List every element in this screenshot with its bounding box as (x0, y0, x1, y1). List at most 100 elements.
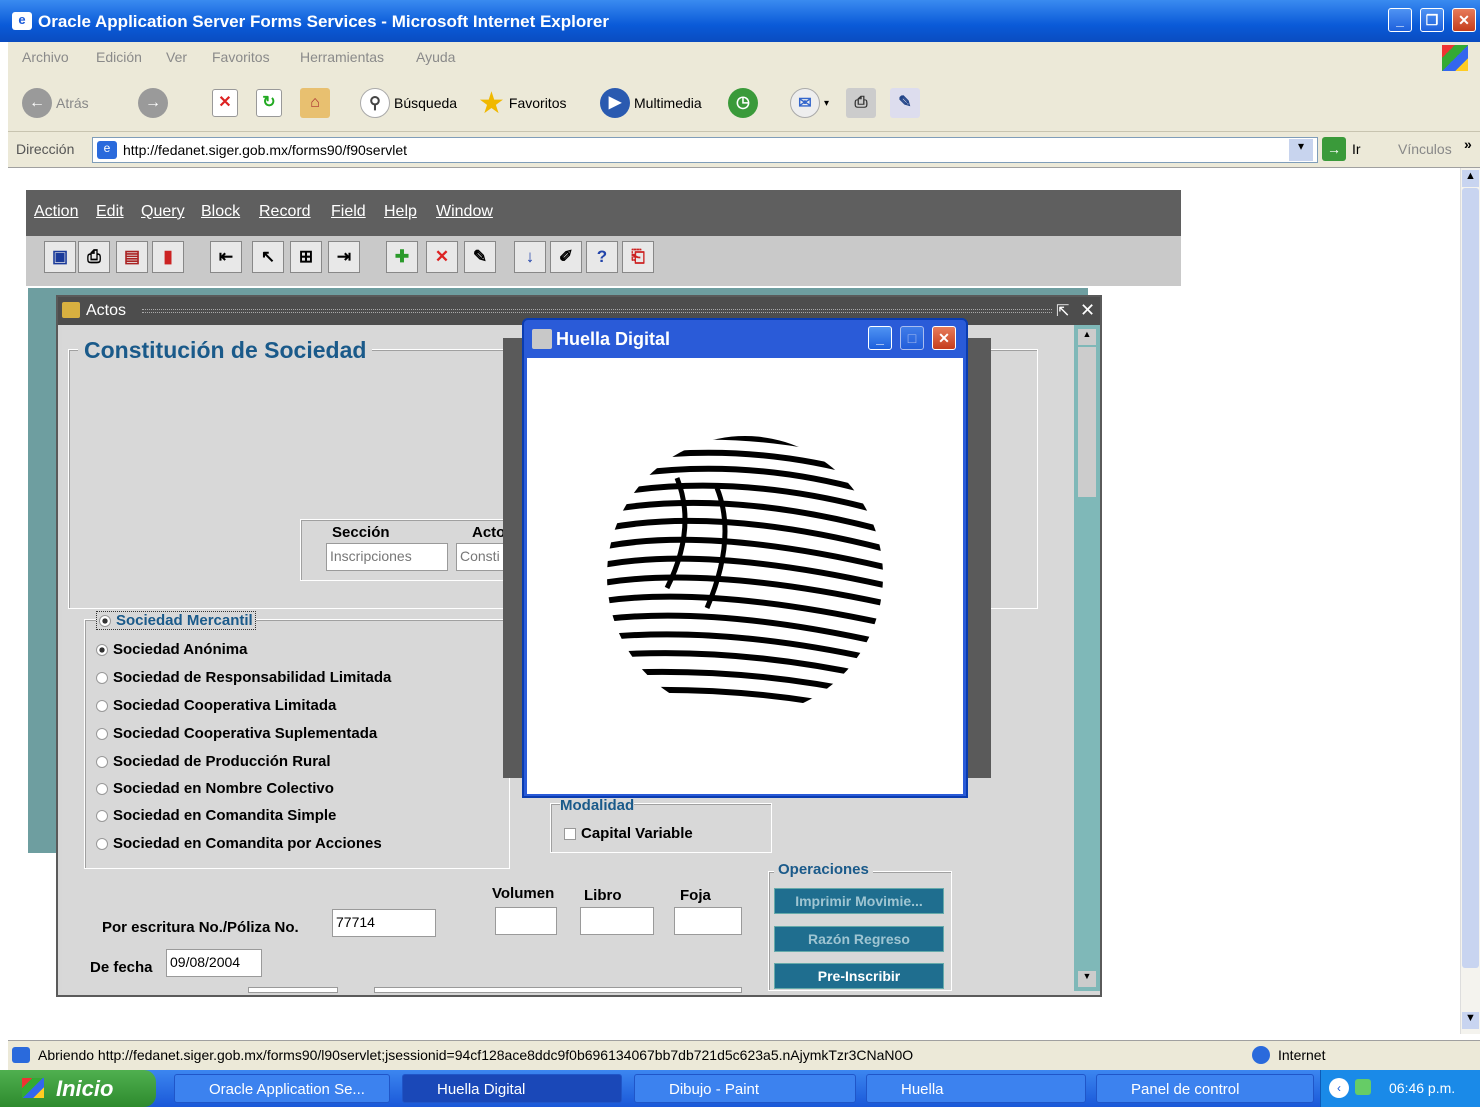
help-icon[interactable]: ? (586, 241, 618, 273)
title-grip (142, 309, 1052, 313)
lock-record-icon[interactable]: ✎ (464, 241, 496, 273)
previous-block-icon[interactable]: ⇤ (210, 241, 242, 273)
network-icon[interactable] (1355, 1079, 1371, 1095)
escritura-field[interactable]: 77714 (332, 909, 436, 937)
radio-coop-limitada[interactable]: Sociedad Cooperativa Limitada (96, 697, 336, 714)
print-icon[interactable]: ⎙ (78, 241, 110, 273)
menu-edicion[interactable]: Edición (96, 49, 142, 65)
next-block-icon[interactable]: ⇥ (328, 241, 360, 273)
previous-record-icon[interactable]: ↖ (252, 241, 284, 273)
mail-button[interactable]: ✉ ▾ (790, 86, 829, 120)
volumen-field[interactable] (495, 907, 557, 935)
star-icon: ★ (478, 86, 505, 120)
task-panel-control[interactable]: Panel de control (1096, 1074, 1314, 1103)
edit-button[interactable]: ✎ (890, 86, 920, 120)
save-icon[interactable]: ▣ (44, 241, 76, 273)
favorites-button[interactable]: ★ Favoritos (478, 86, 566, 120)
maximize-icon[interactable]: ⇱ (1056, 301, 1069, 321)
edit-field-icon[interactable]: ✐ (550, 241, 582, 273)
menu-favoritos[interactable]: Favoritos (212, 49, 270, 65)
forms-menu-field[interactable]: Field (331, 203, 366, 221)
menu-archivo[interactable]: Archivo (22, 49, 69, 65)
task-huella-digital[interactable]: Huella Digital (402, 1074, 622, 1103)
radio-coop-suplementada[interactable]: Sociedad Cooperativa Suplementada (96, 725, 377, 742)
forms-menu-edit[interactable]: Edit (96, 203, 124, 221)
capital-variable-checkbox[interactable]: Capital Variable (564, 825, 693, 842)
links-label[interactable]: Vínculos (1398, 141, 1452, 157)
menu-ayuda[interactable]: Ayuda (416, 49, 455, 65)
forward-button[interactable]: → (138, 86, 168, 120)
close-icon[interactable]: ✕ (1080, 300, 1095, 321)
forms-menu-action[interactable]: Action (34, 203, 78, 221)
history-button[interactable]: ◷ (728, 86, 758, 120)
forms-menu-record[interactable]: Record (259, 203, 311, 221)
insert-record-icon[interactable]: ✚ (386, 241, 418, 273)
forms-menu-window[interactable]: Window (436, 203, 493, 221)
extra-field-a[interactable] (248, 987, 338, 993)
media-button[interactable]: ▶ Multimedia (600, 86, 702, 120)
task-paint[interactable]: Dibujo - Paint (634, 1074, 856, 1103)
address-input[interactable]: e http://fedanet.siger.gob.mx/forms90/f9… (92, 137, 1318, 163)
minimize-button[interactable]: _ (1388, 8, 1412, 32)
scroll-down-icon[interactable]: ▼ (1462, 1012, 1479, 1029)
start-button[interactable]: Inicio (0, 1070, 156, 1107)
scroll-up-icon[interactable]: ▲ (1462, 170, 1479, 187)
actos-scrollbar[interactable]: ▲ ▼ (1074, 325, 1100, 991)
huella-maximize-button[interactable]: □ (900, 326, 924, 350)
show-keys-icon[interactable]: ⎗ (622, 241, 654, 273)
seccion-field[interactable]: Inscripciones (326, 543, 448, 571)
forms-menu-block[interactable]: Block (201, 203, 240, 221)
clear-icon[interactable]: ▤ (116, 241, 148, 273)
back-button[interactable]: ← Atrás (22, 86, 89, 120)
huella-minimize-button[interactable]: _ (868, 326, 892, 350)
foja-field[interactable] (674, 907, 742, 935)
huella-close-button[interactable]: ✕ (932, 326, 956, 350)
razon-regreso-button[interactable]: Razón Regreso (774, 926, 944, 952)
scroll-up-icon[interactable]: ▲ (1078, 329, 1096, 345)
refresh-button[interactable]: ↻ (256, 86, 282, 120)
home-button[interactable]: ⌂ (300, 86, 330, 120)
forms-menu-help[interactable]: Help (384, 203, 417, 221)
search-button[interactable]: ⚲ Búsqueda (360, 86, 457, 120)
close-button[interactable]: ✕ (1452, 8, 1476, 32)
radio-nombre-colectivo[interactable]: Sociedad en Nombre Colectivo (96, 780, 334, 797)
scroll-down-icon[interactable]: ▼ (1078, 971, 1096, 987)
radio-resp-limitada[interactable]: Sociedad de Responsabilidad Limitada (96, 669, 391, 686)
ie-icon: e (12, 12, 32, 30)
imprimir-movimiento-button[interactable]: Imprimir Movimie... (774, 888, 944, 914)
sociedad-mercantil-radio[interactable]: Sociedad Mercantil (96, 611, 256, 630)
chevron-right-icon[interactable]: » (1464, 136, 1472, 152)
fecha-field[interactable]: 09/08/2004 (166, 949, 262, 977)
delete-record-icon[interactable]: ✕ (426, 241, 458, 273)
radio-comandita-acciones[interactable]: Sociedad en Comandita por Acciones (96, 835, 382, 852)
task-oracle[interactable]: Oracle Application Se... (174, 1074, 390, 1103)
radio-comandita-simple[interactable]: Sociedad en Comandita Simple (96, 807, 336, 824)
task-label: Panel de control (1131, 1081, 1240, 1098)
libro-field[interactable] (580, 907, 654, 935)
scroll-thumb[interactable] (1462, 188, 1479, 968)
menu-ver[interactable]: Ver (166, 49, 187, 65)
vertical-scrollbar[interactable]: ▲ ▼ (1460, 168, 1480, 1034)
scroll-thumb[interactable] (1078, 347, 1096, 497)
system-tray: ‹ 06:46 p.m. (1320, 1070, 1480, 1107)
restore-button[interactable]: ❐ (1420, 8, 1444, 32)
fecha-label: De fecha (90, 959, 153, 976)
radio-anonima[interactable]: Sociedad Anónima (96, 641, 247, 658)
stop-button[interactable]: ✕ (212, 86, 238, 120)
print-button[interactable]: ⎙ (846, 86, 876, 120)
pre-inscribir-button[interactable]: Pre-Inscribir (774, 963, 944, 989)
exit-icon[interactable]: ▮ (152, 241, 184, 273)
forms-menu-query[interactable]: Query (141, 203, 185, 221)
extra-field-b[interactable] (374, 987, 742, 993)
next-record-icon[interactable]: ⊞ (290, 241, 322, 273)
page-icon: e (97, 141, 117, 159)
dropdown-icon[interactable]: ▾ (1289, 139, 1313, 161)
go-button[interactable]: → Ir (1322, 137, 1361, 161)
task-huella-folder[interactable]: Huella (866, 1074, 1086, 1103)
list-values-icon[interactable]: ↓ (514, 241, 546, 273)
actos-title: Actos (86, 302, 127, 319)
menu-herramientas[interactable]: Herramientas (300, 49, 384, 65)
chevron-left-icon[interactable]: ‹ (1329, 1078, 1349, 1098)
radio-prod-rural[interactable]: Sociedad de Producción Rural (96, 753, 331, 770)
seccion-label: Sección (332, 524, 390, 541)
